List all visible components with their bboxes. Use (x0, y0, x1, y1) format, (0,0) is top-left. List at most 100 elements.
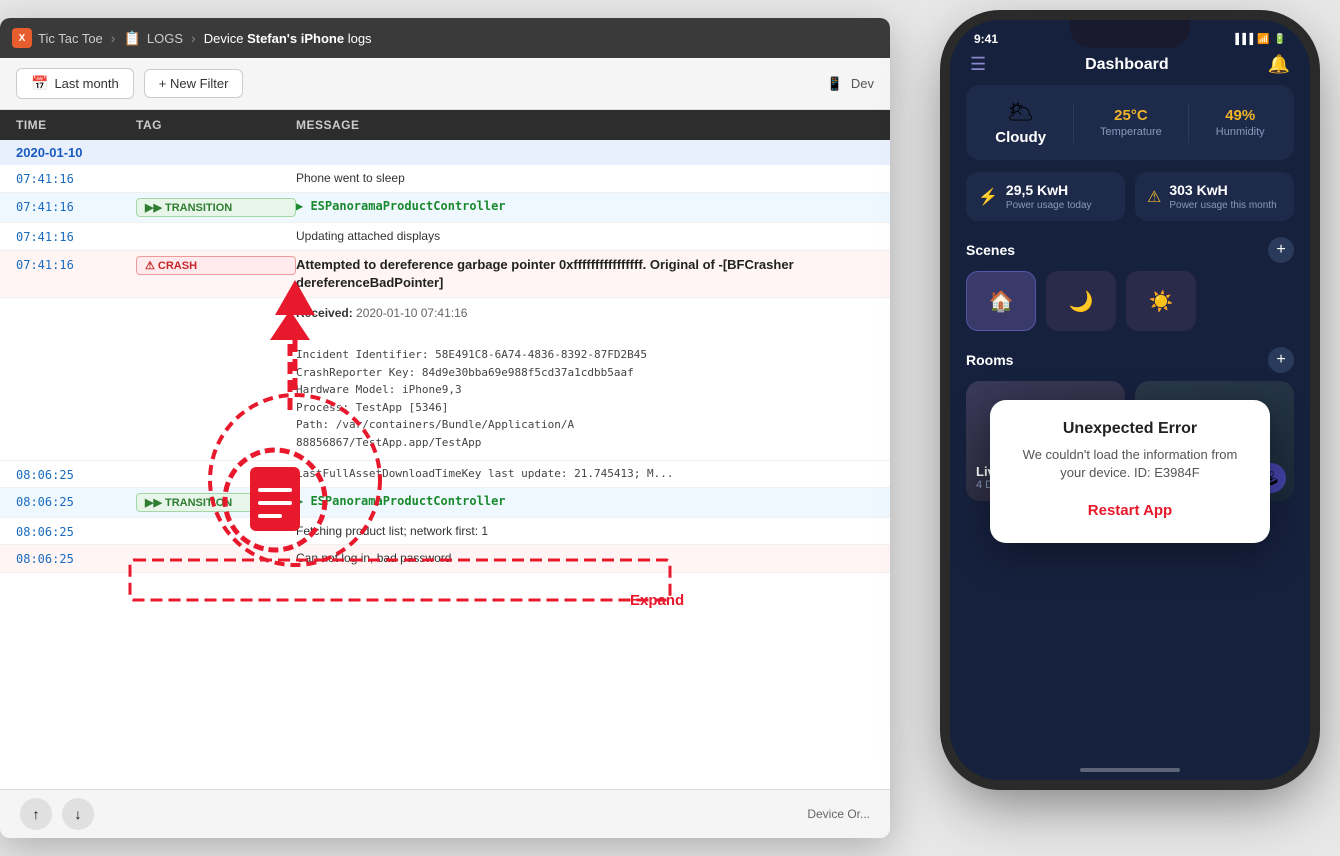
scene-card-2[interactable]: 🌙 (1046, 271, 1116, 331)
add-room-button[interactable]: + (1268, 347, 1294, 373)
log-row[interactable]: 08:06:25 LastFullAssetDownloadTimeKey la… (0, 461, 890, 488)
log-time: 08:06:25 (16, 493, 136, 509)
power-month-label: Power usage this month (1169, 200, 1276, 211)
last-month-button[interactable]: 📅 Last month (16, 68, 134, 99)
power-today-value: 29,5 KwH (1006, 182, 1092, 198)
log-row[interactable]: 07:41:16 Phone went to sleep (0, 165, 890, 193)
logs-suffix: logs (348, 31, 372, 46)
temp-value: 25°C (1100, 107, 1162, 124)
log-row-error[interactable]: 08:06:25 Can not log in, bad password (0, 545, 890, 573)
weather-value: Cloudy (995, 129, 1046, 146)
app-icon: X (12, 28, 32, 48)
date-row-1: 2020-01-10 (0, 140, 890, 165)
scenes-row: 🏠 🌙 ☀️ (966, 271, 1294, 331)
logs-icon: 📋 (123, 30, 140, 47)
log-msg: LastFullAssetDownloadTimeKey last update… (296, 466, 874, 481)
power-today-label: Power usage today (1006, 200, 1092, 211)
battery-icon: 🔋 (1274, 34, 1286, 45)
col-time: TIME (16, 118, 136, 132)
power-month-value: 303 KwH (1169, 182, 1276, 198)
power-today-card: ⚡ 29,5 KwH Power usage today (966, 172, 1125, 221)
logs-label: LOGS (147, 31, 183, 46)
log-rows: 2020-01-10 07:41:16 Phone went to sleep … (0, 140, 890, 789)
log-row[interactable]: 08:06:25 Fetching product list; network … (0, 518, 890, 546)
weather-condition: 🌥 Cloudy (995, 99, 1046, 146)
nav-up-button[interactable]: ↑ (20, 798, 52, 830)
logs-tab[interactable]: 📋 LOGS (123, 30, 183, 47)
crash-received: Received: 2020-01-10 07:41:16 (296, 306, 874, 320)
scenes-title: Scenes (966, 242, 1015, 258)
weather-temp: 25°C Temperature (1100, 107, 1162, 138)
notification-icon[interactable]: 🔔 (1268, 54, 1290, 75)
nav-arrows: ↑ ↓ (20, 798, 94, 830)
error-modal-title: Unexpected Error (1010, 420, 1250, 438)
temp-label: Temperature (1100, 126, 1162, 138)
play-icon: ▶ (296, 199, 310, 213)
log-msg-crash: Attempted to dereference garbage pointer… (296, 256, 874, 292)
log-time: 07:41:16 (16, 170, 136, 186)
crash-ellipsis: ... (296, 326, 874, 340)
new-filter-label: + New Filter (159, 76, 229, 91)
log-time: 08:06:25 (16, 550, 136, 566)
table-header: TIME TAG MESSAGE (0, 110, 890, 140)
bottom-bar: ↑ ↓ Device Or... (0, 789, 890, 838)
log-msg: Fetching product list; network first: 1 (296, 523, 874, 540)
device-or-label: Device Or... (807, 807, 870, 821)
scenes-section-header: Scenes + (950, 233, 1310, 271)
phone-notch (1070, 20, 1190, 48)
humidity-label: Hunmidity (1216, 126, 1265, 138)
log-viewer-panel: X Tic Tac Toe › 📋 LOGS › Device Stefan's… (0, 18, 890, 838)
power-today-info: 29,5 KwH Power usage today (1006, 182, 1092, 211)
phone-wrapper: 9:41 ▐▐▐ 📶 🔋 ☰ Dashboard 🔔 🌥 Cloudy (940, 20, 1320, 800)
nav-down-button[interactable]: ↓ (62, 798, 94, 830)
device-word: Device (204, 31, 244, 46)
rooms-section-header: Rooms + (950, 343, 1310, 381)
breadcrumb-sep1: › (111, 30, 116, 46)
device-name: Stefan's iPhone (247, 31, 344, 46)
menu-icon[interactable]: ☰ (970, 54, 986, 75)
new-filter-button[interactable]: + New Filter (144, 69, 244, 98)
wifi-icon: 📶 (1257, 34, 1269, 45)
col-message: MESSAGE (296, 118, 874, 132)
crash-data: Incident Identifier: 58E491C8-6A74-4836-… (296, 346, 874, 452)
power-month-card: ⚠ 303 KwH Power usage this month (1135, 172, 1294, 221)
device-short-label: Dev (851, 76, 874, 91)
toolbar: 📅 Last month + New Filter 📱 Dev (0, 58, 890, 110)
log-msg: Phone went to sleep (296, 170, 874, 187)
phone-icon: 📱 (827, 76, 843, 92)
scene-card-1[interactable]: 🏠 (966, 271, 1036, 331)
col-tag: TAG (136, 118, 296, 132)
power-row: ⚡ 29,5 KwH Power usage today ⚠ 303 KwH P… (966, 172, 1294, 221)
restart-app-button[interactable]: Restart App (1088, 498, 1172, 523)
breadcrumb-device: Device Stefan's iPhone logs (204, 31, 372, 46)
log-msg-esp: ▶ ESPanoramaProductController (296, 198, 874, 215)
signal-icon: ▐▐▐ (1232, 34, 1253, 45)
log-time: 08:06:25 (16, 523, 136, 539)
weather-humidity: 49% Hunmidity (1216, 107, 1265, 138)
date-1: 2020-01-10 (16, 145, 83, 160)
phone-time: 9:41 (974, 32, 998, 46)
power-today-icon: ⚡ (978, 187, 998, 207)
app-name: Tic Tac Toe (38, 31, 103, 46)
app-tab[interactable]: X Tic Tac Toe (12, 28, 103, 48)
log-msg-esp-2: ▶ ESPanoramaProductController (296, 493, 874, 510)
log-msg: Updating attached displays (296, 228, 874, 245)
log-row-transition[interactable]: 07:41:16 ▶▶ TRANSITION ▶ ESPanoramaProdu… (0, 193, 890, 223)
log-msg-error: Can not log in, bad password (296, 550, 874, 567)
log-row-transition-2[interactable]: 08:06:25 ▶▶ TRANSITION ▶ ESPanoramaProdu… (0, 488, 890, 518)
error-modal: Unexpected Error We couldn't load the in… (990, 400, 1270, 543)
toolbar-right: 📱 Dev (827, 76, 874, 92)
add-scene-button[interactable]: + (1268, 237, 1294, 263)
last-month-label: Last month (54, 76, 118, 91)
error-modal-body: We couldn't load the information from yo… (1010, 446, 1250, 482)
log-row[interactable]: 07:41:16 Updating attached displays (0, 223, 890, 251)
log-row-crash[interactable]: 07:41:16 ⚠ CRASH Attempted to dereferenc… (0, 251, 890, 298)
crash-badge: ⚠ CRASH (136, 256, 296, 275)
weather-divider (1073, 103, 1074, 143)
log-time: 07:41:16 (16, 228, 136, 244)
weather-divider-2 (1188, 103, 1189, 143)
scene-card-3[interactable]: ☀️ (1126, 271, 1196, 331)
transition-badge-2: ▶▶ TRANSITION (136, 493, 296, 512)
weather-icon: 🌥 (995, 99, 1046, 125)
power-month-icon: ⚠ (1147, 187, 1161, 207)
